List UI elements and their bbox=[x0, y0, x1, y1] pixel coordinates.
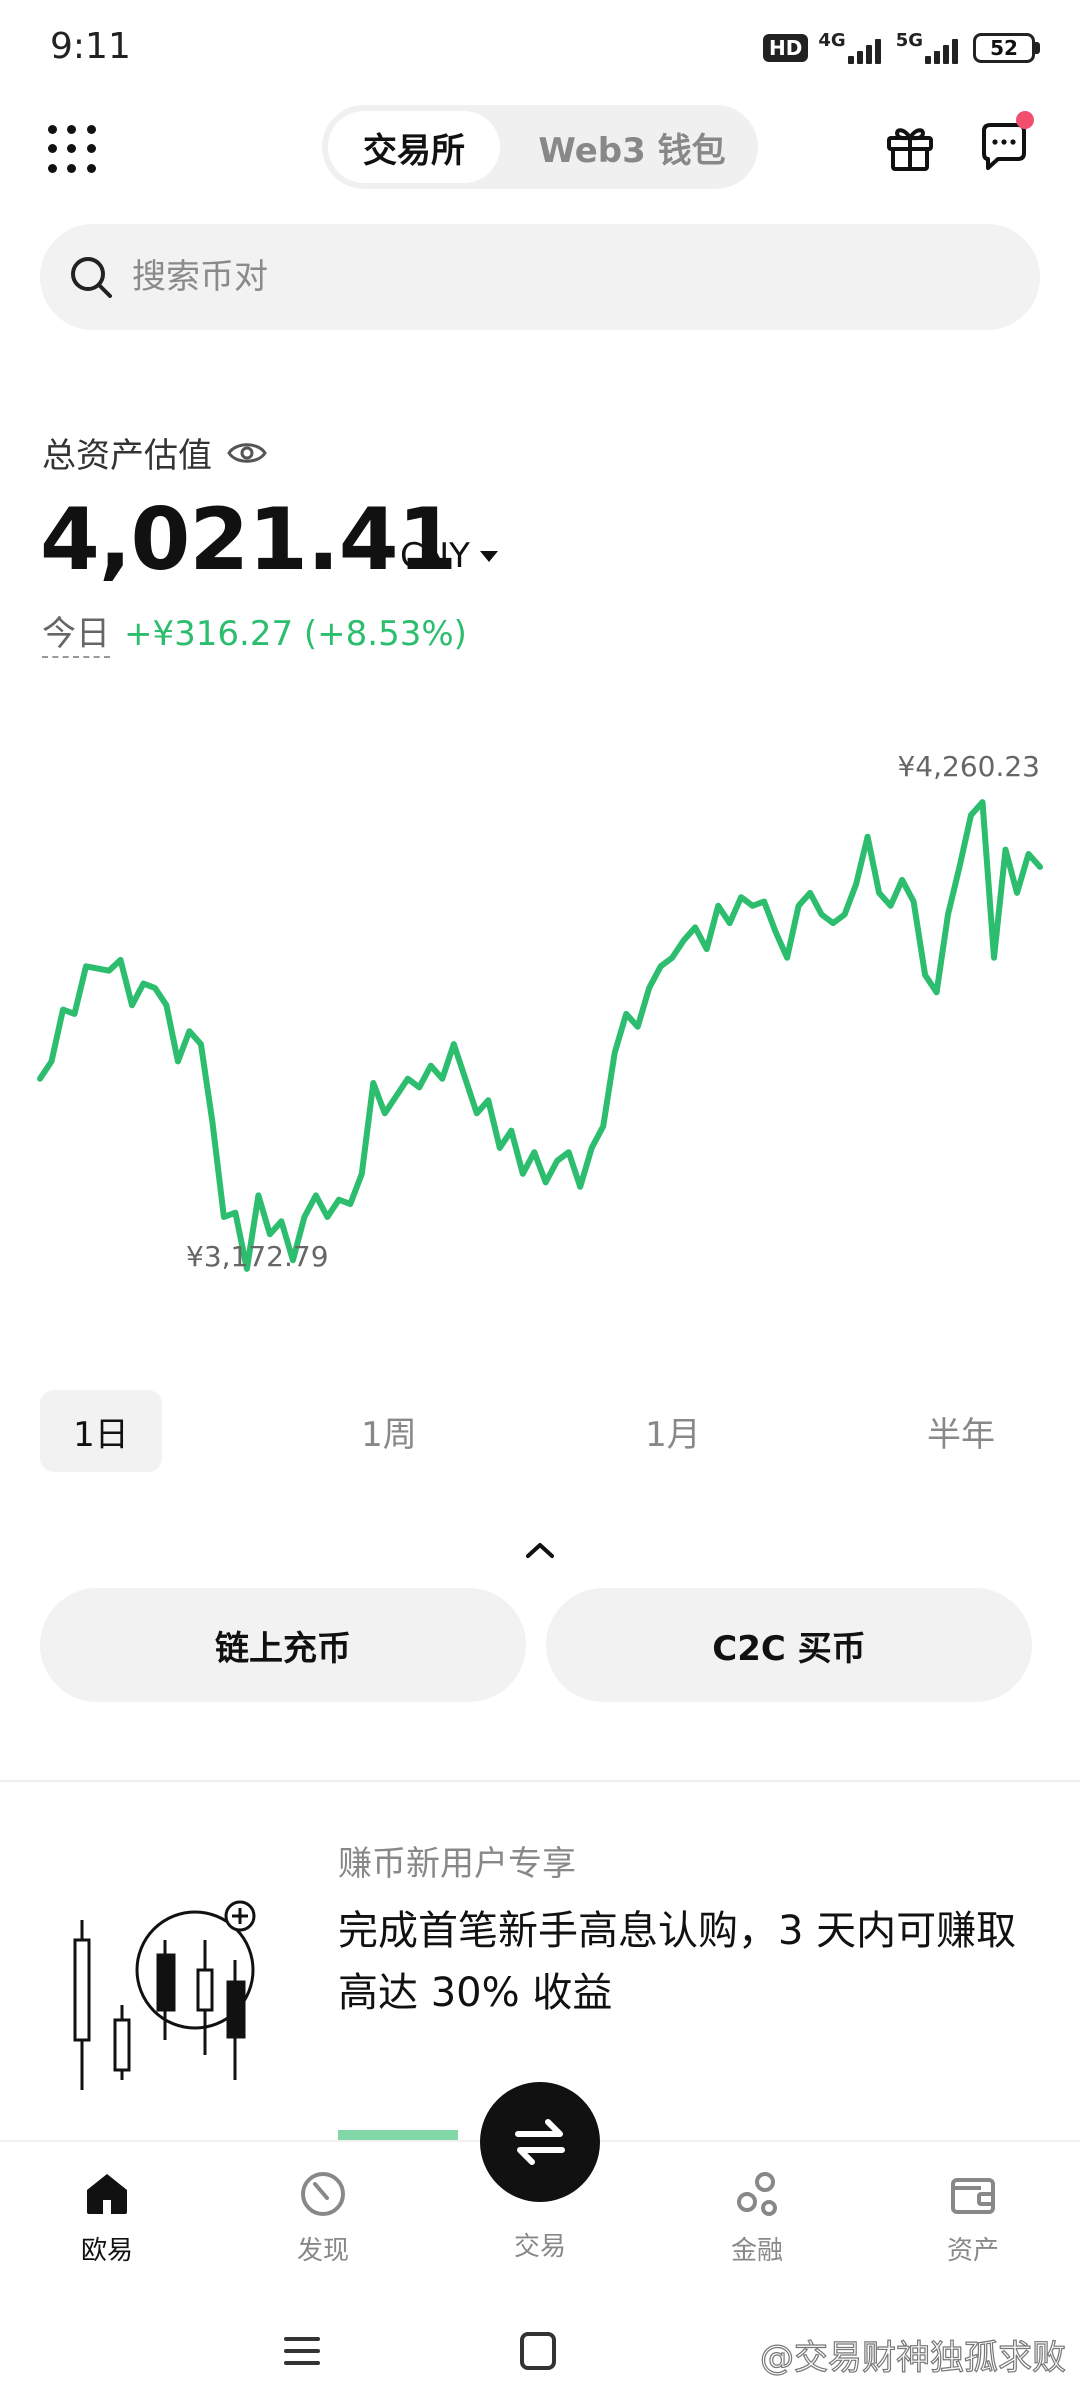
chevron-up-icon[interactable] bbox=[522, 1538, 558, 1562]
signal-4g-icon: 4G bbox=[818, 30, 885, 66]
nav-assets[interactable]: 资产 bbox=[908, 2168, 1038, 2267]
time-range-tabs: 1日 1周 1月 半年 bbox=[0, 1390, 1080, 1472]
promo-subtitle: 赚币新用户专享 bbox=[338, 1844, 576, 1884]
nav-finance[interactable]: 金融 bbox=[692, 2168, 822, 2267]
chart-max-label: ¥4,260.23 bbox=[897, 750, 1040, 783]
nav-home-label: 欧易 bbox=[80, 2236, 133, 2266]
mode-switch: 交易所 Web3 钱包 bbox=[322, 105, 758, 189]
status-icons: HD 4G 5G 52 bbox=[763, 30, 1040, 66]
home-button-icon[interactable] bbox=[520, 2332, 556, 2370]
compass-icon bbox=[301, 2172, 345, 2216]
today-change: +¥316.27 (+8.53%) bbox=[124, 614, 467, 654]
tab-exchange[interactable]: 交易所 bbox=[328, 111, 500, 183]
home-icon bbox=[87, 2174, 127, 2214]
nav-discover[interactable]: 发现 bbox=[258, 2168, 388, 2267]
total-assets-label-row: 总资产估值 bbox=[42, 428, 268, 477]
status-time: 9:11 bbox=[50, 26, 131, 67]
swap-icon bbox=[515, 2119, 565, 2165]
finance-icon bbox=[737, 2172, 777, 2216]
hd-icon: HD bbox=[763, 34, 809, 62]
status-bar: 9:11 HD 4G 5G 52 bbox=[0, 0, 1080, 100]
range-1w[interactable]: 1周 bbox=[328, 1390, 450, 1472]
candlestick-illustration bbox=[73, 1900, 256, 2090]
nav-finance-label: 金融 bbox=[730, 2236, 783, 2266]
promo-title[interactable]: 完成首笔新手高息认购，3 天内可赚取高达 30% 收益 bbox=[338, 1900, 1028, 2024]
today-pnl: 今日 +¥316.27 (+8.53%) bbox=[42, 612, 467, 658]
section-divider bbox=[0, 1780, 1080, 1782]
chart-min-label: ¥3,172.79 bbox=[186, 1240, 329, 1273]
watermark: @交易财神独孤求败 bbox=[759, 2337, 1066, 2378]
search-input[interactable] bbox=[132, 224, 982, 330]
c2c-buy-button[interactable]: C2C 买币 bbox=[546, 1588, 1032, 1702]
range-1d[interactable]: 1日 bbox=[40, 1390, 162, 1472]
nav-trade-label: 交易 bbox=[513, 2232, 566, 2262]
battery-level: 52 bbox=[973, 33, 1035, 63]
nav-discover-label: 发现 bbox=[296, 2236, 349, 2266]
total-assets-label: 总资产估值 bbox=[42, 436, 212, 476]
trade-button[interactable] bbox=[480, 2082, 600, 2202]
gift-icon[interactable] bbox=[884, 121, 936, 173]
asset-line-chart bbox=[37, 799, 1043, 1272]
recent-apps-icon[interactable] bbox=[282, 2334, 322, 2368]
system-nav-bar: @交易财神独孤求败 bbox=[0, 2290, 1080, 2400]
currency-label: CNY bbox=[400, 536, 470, 576]
grid-menu-icon[interactable] bbox=[48, 125, 98, 175]
promo-link-peek bbox=[338, 2130, 458, 2140]
nav-assets-label: 资产 bbox=[946, 2236, 999, 2266]
total-assets-value: 4,021.41 bbox=[40, 490, 457, 590]
range-6m[interactable]: 半年 bbox=[900, 1390, 1022, 1472]
chart-series-line bbox=[37, 799, 1043, 1272]
top-header: 交易所 Web3 钱包 bbox=[0, 105, 1080, 190]
signal-5g-icon: 5G bbox=[896, 30, 963, 66]
notification-dot bbox=[1016, 111, 1034, 129]
tab-web3-wallet[interactable]: Web3 钱包 bbox=[512, 111, 752, 183]
wallet-icon bbox=[951, 2178, 995, 2214]
caret-down-icon bbox=[479, 550, 498, 562]
nav-home[interactable]: 欧易 bbox=[42, 2168, 172, 2267]
range-1m[interactable]: 1月 bbox=[612, 1390, 734, 1472]
search-bar[interactable] bbox=[40, 224, 1040, 330]
eye-icon[interactable] bbox=[226, 438, 268, 468]
signal-4g-label: 4G bbox=[818, 30, 846, 51]
today-label[interactable]: 今日 bbox=[42, 612, 110, 658]
asset-chart: ¥4,260.23 ¥3,172.79 bbox=[0, 740, 1080, 1300]
search-icon bbox=[71, 257, 112, 298]
onchain-deposit-button[interactable]: 链上充币 bbox=[40, 1588, 526, 1702]
signal-5g-label: 5G bbox=[895, 30, 923, 51]
battery-icon: 52 bbox=[973, 33, 1040, 63]
currency-selector[interactable]: CNY bbox=[400, 536, 498, 576]
